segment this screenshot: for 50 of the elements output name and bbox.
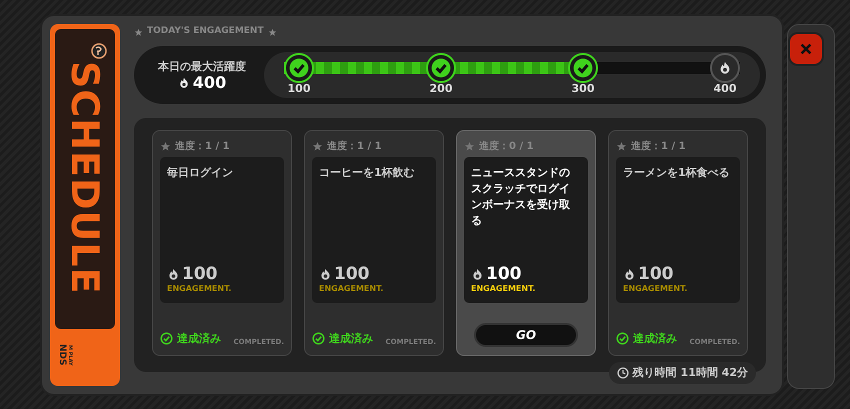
logo-icon bbox=[91, 43, 107, 59]
summary-label: 本日の最大活躍度 bbox=[158, 58, 246, 75]
section-header: TODAY'S ENGAGEMENT bbox=[147, 25, 264, 38]
progress-text: 進度：1 / 1 bbox=[175, 139, 230, 154]
side-tab-footer: NDS bbox=[57, 344, 66, 366]
clock-icon bbox=[616, 367, 629, 379]
flame-icon bbox=[623, 268, 636, 281]
progress-text: 進度：1 / 1 bbox=[631, 139, 686, 154]
side-tab-title: SCHEDULE bbox=[66, 61, 104, 295]
flame-icon bbox=[167, 268, 180, 281]
points-unit: ENGAGEMENT. bbox=[167, 283, 232, 295]
mission-title: コーヒーを1杯飲む bbox=[319, 165, 416, 181]
close-icon bbox=[799, 42, 813, 56]
points-unit: ENGAGEMENT. bbox=[623, 283, 688, 295]
go-button[interactable]: GO bbox=[474, 323, 578, 347]
points-unit: ENGAGEMENT. bbox=[319, 283, 384, 295]
star-icon bbox=[268, 28, 277, 36]
milestone-label: 400 bbox=[712, 83, 738, 94]
timer-text: 残り時間 11時間 42分 bbox=[632, 364, 748, 381]
points-value: 100 bbox=[638, 266, 674, 283]
star-icon bbox=[134, 28, 143, 36]
summary-value: 400 bbox=[192, 75, 226, 92]
mission-card[interactable]: 進度：0 / 1 ニューススタンドのスクラッチでログインボーナスを受け取る 100 ENGAGEMENT. GO bbox=[456, 130, 596, 356]
progress-text: 進度：1 / 1 bbox=[327, 139, 382, 154]
check-icon bbox=[312, 332, 325, 346]
points-unit: ENGAGEMENT. bbox=[471, 283, 536, 295]
star-icon bbox=[464, 140, 475, 152]
milestone-label: 100 bbox=[286, 83, 312, 94]
mission-title: 毎日ログイン bbox=[167, 165, 234, 181]
flame-icon bbox=[178, 77, 190, 90]
check-icon bbox=[616, 332, 629, 346]
star-icon bbox=[616, 140, 627, 152]
points-value: 100 bbox=[182, 266, 218, 283]
milestone-label: 200 bbox=[428, 83, 454, 94]
completed-label: 達成済み bbox=[177, 330, 221, 346]
check-icon bbox=[160, 332, 173, 346]
mission-title: ラーメンを1杯食べる bbox=[623, 165, 731, 181]
completed-label: 達成済み bbox=[329, 330, 373, 346]
flame-icon bbox=[319, 268, 332, 281]
flame-icon bbox=[471, 268, 484, 281]
milestone-label: 300 bbox=[570, 83, 596, 94]
flame-icon bbox=[718, 61, 732, 75]
close-button[interactable] bbox=[788, 32, 824, 66]
progress-text: 進度：0 / 1 bbox=[479, 139, 534, 154]
star-icon bbox=[312, 140, 323, 152]
points-value: 100 bbox=[334, 266, 370, 283]
completed-label: 達成済み bbox=[633, 330, 677, 346]
star-icon bbox=[160, 140, 171, 152]
points-value: 100 bbox=[486, 266, 522, 283]
mission-title: ニューススタンドのスクラッチでログインボーナスを受け取る bbox=[471, 165, 571, 229]
